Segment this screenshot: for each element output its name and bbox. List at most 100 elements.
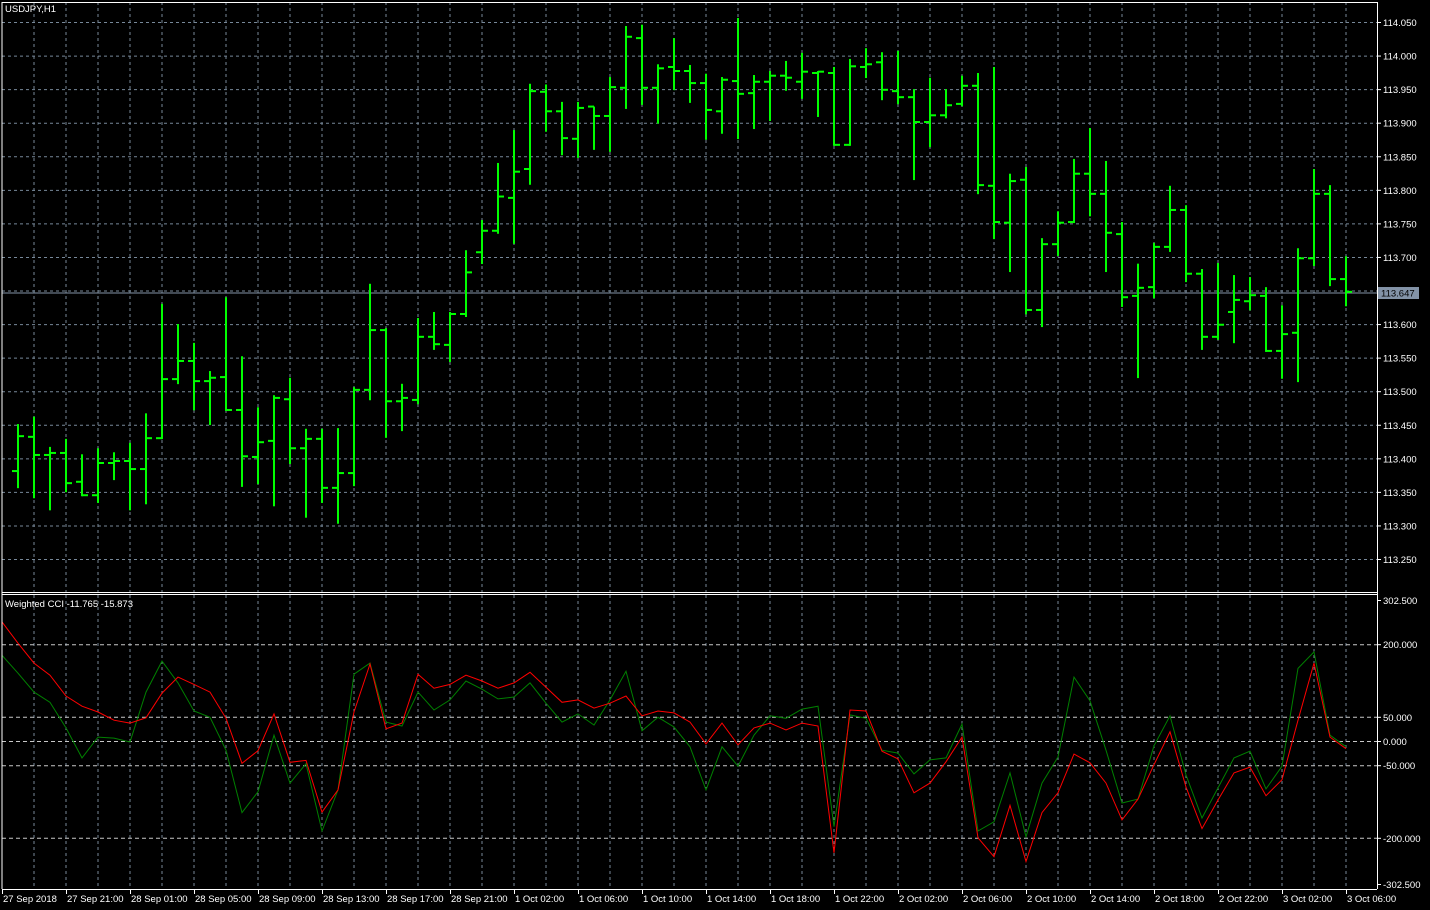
- ohlc-bar: [12, 424, 24, 489]
- ohlc-bar: [588, 105, 600, 150]
- grid: [2, 2, 1377, 889]
- price-axis-label: 113.850: [1383, 152, 1417, 163]
- time-axis-label: 1 Oct 06:00: [579, 894, 628, 905]
- ohlc-bar: [220, 297, 232, 411]
- time-axis-label: 2 Oct 10:00: [1027, 894, 1076, 905]
- ohlc-bar: [1100, 160, 1112, 273]
- ohlc-bar: [1340, 256, 1352, 307]
- ohlc-bar: [1324, 185, 1336, 287]
- ohlc-bar: [1036, 238, 1048, 328]
- time-axis-label: 2 Oct 06:00: [963, 894, 1012, 905]
- ohlc-bar: [876, 52, 888, 101]
- metatrader-chart-window[interactable]: 114.050 114.000 113.950 113.900 113.850 113.8…: [0, 0, 1430, 910]
- ohlc-bar: [188, 342, 200, 411]
- ohlc-bar: [796, 52, 808, 99]
- ohlc-bar: [844, 58, 856, 146]
- ohlc-bar: [716, 77, 728, 134]
- ohlc-bar: [684, 64, 696, 103]
- ohlc-bar: [572, 101, 584, 158]
- time-axis-label: 28 Sep 09:00: [259, 894, 316, 905]
- cci-axis-label: -50.000: [1383, 761, 1415, 772]
- time-axis-label: 2 Oct 18:00: [1155, 894, 1204, 905]
- ohlc-bar: [1228, 275, 1240, 344]
- ohlc-bar: [636, 24, 648, 105]
- price-axis-label: 113.700: [1383, 253, 1417, 264]
- ohlc-bar: [124, 442, 136, 511]
- cci-axis-label: 50.000: [1383, 713, 1412, 724]
- time-axis-label: 2 Oct 22:00: [1219, 894, 1268, 905]
- time-axis-label: 28 Sep 13:00: [323, 894, 380, 905]
- ohlc-bar: [700, 73, 712, 140]
- ohlc-bar: [892, 50, 904, 105]
- time-axis-label: 1 Oct 02:00: [515, 894, 564, 905]
- ohlc-bar: [956, 75, 968, 107]
- ohlc-bar: [1196, 269, 1208, 350]
- cci-axis-label: 200.000: [1383, 640, 1417, 651]
- time-axis-label: 28 Sep 17:00: [387, 894, 444, 905]
- price-axis-label: 114.000: [1383, 52, 1417, 63]
- price-axis-label: 113.300: [1383, 521, 1417, 532]
- ohlc-bar: [988, 66, 1000, 240]
- ohlc-bar: [60, 438, 72, 493]
- ohlc-bar: [748, 75, 760, 130]
- price-axis-label: 113.550: [1383, 354, 1417, 365]
- time-axis-label: 27 Sep 21:00: [67, 894, 124, 905]
- time-axis-label: 27 Sep 2018: [3, 894, 57, 905]
- ohlc-bar: [380, 328, 392, 438]
- ohlc-bar: [428, 311, 440, 350]
- ohlc-bar: [1116, 222, 1128, 307]
- ohlc-bar: [620, 26, 632, 109]
- ohlc-bar: [860, 48, 872, 79]
- ohlc-bar: [924, 77, 936, 148]
- ohlc-bar: [940, 89, 952, 119]
- price-axis-label: 113.500: [1383, 387, 1417, 398]
- price-axis-label: 113.950: [1383, 85, 1417, 96]
- ohlc-bar: [268, 395, 280, 507]
- ohlc-bar: [556, 101, 568, 156]
- ohlc-bar: [108, 452, 120, 481]
- time-axis-label: 1 Oct 22:00: [835, 894, 884, 905]
- axes: 114.050 114.000 113.950 113.900 113.850 113.8…: [1, 2, 1421, 905]
- ohlc-bar: [1180, 205, 1192, 283]
- time-axis-label: 3 Oct 02:00: [1283, 894, 1332, 905]
- cci-axis-label: -200.000: [1383, 834, 1421, 845]
- time-axis-label: 28 Sep 21:00: [451, 894, 508, 905]
- ohlc-bar: [1068, 158, 1080, 224]
- price-axis-label: 113.250: [1383, 555, 1417, 566]
- price-axis-label: 113.600: [1383, 320, 1417, 331]
- time-axis-label: 1 Oct 10:00: [643, 894, 692, 905]
- ohlc-bar: [652, 64, 664, 124]
- current-price-label: 113.647: [1381, 289, 1415, 300]
- ohlc-bar: [780, 60, 792, 91]
- ohlc-bar: [1244, 277, 1256, 311]
- ohlc-bar: [1212, 262, 1224, 340]
- price-axis-label: 113.900: [1383, 119, 1417, 130]
- price-axis-label: 113.350: [1383, 488, 1417, 499]
- time-axis-label: 28 Sep 01:00: [131, 894, 188, 905]
- indicator-label: Weighted CCI -11.765 -15.873: [5, 599, 133, 610]
- time-axis-label: 1 Oct 14:00: [707, 894, 756, 905]
- ohlc-bar: [524, 83, 536, 185]
- ohlc-bar: [1132, 263, 1144, 379]
- ohlc-bar: [252, 407, 264, 485]
- time-axis-label: 1 Oct 18:00: [771, 894, 820, 905]
- ohlc-bar: [1164, 185, 1176, 252]
- ohlc-bar: [284, 377, 296, 465]
- ohlc-bar: [348, 387, 360, 487]
- ohlc-bar: [732, 17, 744, 140]
- ohlc-bar: [204, 371, 216, 426]
- ohlc-bar: [1276, 305, 1288, 379]
- ohlc-bar: [828, 66, 840, 146]
- ohlc-bar: [396, 383, 408, 432]
- ohlc-bar: [92, 448, 104, 503]
- cci-axis-label: 0.000: [1383, 737, 1407, 748]
- ohlc-bar: [1148, 242, 1160, 299]
- ohlc-bar: [316, 428, 328, 503]
- ohlc-bar: [492, 162, 504, 234]
- ohlc-bar: [1052, 211, 1064, 256]
- ohlc-bar: [972, 73, 984, 195]
- time-axis-label: 2 Oct 02:00: [899, 894, 948, 905]
- ohlc-bar: [508, 130, 520, 244]
- ohlc-bar: [604, 77, 616, 152]
- ohlc-bar: [540, 84, 552, 132]
